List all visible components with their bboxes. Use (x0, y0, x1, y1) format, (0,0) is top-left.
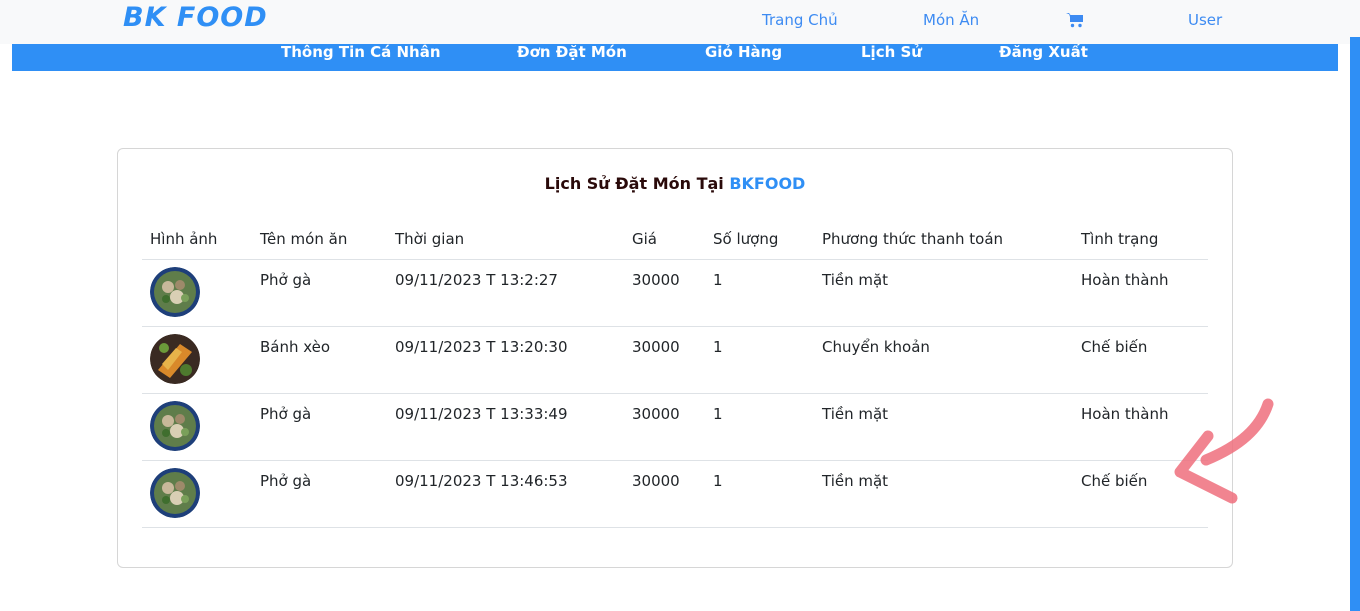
food-name: Phở gà (260, 405, 312, 423)
brand-logo[interactable]: BK FOOD (123, 2, 268, 33)
menu-history[interactable]: Lịch Sử (861, 44, 922, 60)
row-divider (142, 460, 1208, 461)
order-time: 09/11/2023 T 13:20:30 (395, 338, 568, 356)
column-header-image: Hình ảnh (150, 230, 218, 248)
nav-home-link[interactable]: Trang Chủ (762, 11, 838, 29)
food-name: Bánh xèo (260, 338, 331, 356)
nav-user-link[interactable]: User (1188, 11, 1222, 29)
column-header-price: Giá (632, 230, 657, 248)
header-divider (142, 259, 1208, 260)
order-quantity: 1 (713, 338, 723, 356)
order-price: 30000 (632, 472, 680, 490)
payment-method: Tiền mặt (822, 271, 889, 289)
column-header-payment: Phương thức thanh toán (822, 230, 1004, 248)
food-name: Phở gà (260, 472, 312, 490)
page-title: Lịch Sử Đặt Món Tại BKFOOD (118, 174, 1232, 193)
food-image-banh-xeo (150, 334, 200, 384)
menu-profile[interactable]: Thông Tin Cá Nhân (281, 44, 441, 60)
order-price: 30000 (632, 271, 680, 289)
food-image-pho-ga (150, 468, 200, 518)
row-divider (142, 326, 1208, 327)
food-image-pho-ga (150, 267, 200, 317)
column-header-time: Thời gian (395, 230, 465, 248)
nav-menu-link[interactable]: Món Ăn (923, 11, 979, 29)
page-scrollbar[interactable] (1350, 37, 1360, 611)
order-status: Chế biến (1081, 472, 1148, 490)
order-quantity: 1 (713, 405, 723, 423)
column-header-quantity: Số lượng (713, 230, 779, 248)
payment-method: Tiền mặt (822, 405, 889, 423)
food-name: Phở gà (260, 271, 312, 289)
title-brand: BKFOOD (729, 174, 806, 193)
payment-method: Tiền mặt (822, 472, 889, 490)
order-status: Hoàn thành (1081, 271, 1169, 289)
order-status: Chế biến (1081, 338, 1148, 356)
order-time: 09/11/2023 T 13:33:49 (395, 405, 568, 423)
column-header-status: Tình trạng (1081, 230, 1159, 248)
menu-cart[interactable]: Giỏ Hàng (705, 44, 782, 60)
annotation-arrow-icon (1174, 398, 1274, 504)
order-status: Hoàn thành (1081, 405, 1169, 423)
cart-icon[interactable] (1066, 12, 1084, 28)
order-time: 09/11/2023 T 13:46:53 (395, 472, 568, 490)
order-price: 30000 (632, 405, 680, 423)
order-quantity: 1 (713, 472, 723, 490)
column-header-name: Tên món ăn (260, 230, 348, 248)
menu-logout[interactable]: Đăng Xuất (999, 44, 1088, 60)
top-navbar: BK FOOD Trang Chủ Món Ăn User (0, 0, 1360, 44)
order-quantity: 1 (713, 271, 723, 289)
row-divider (142, 527, 1208, 528)
order-time: 09/11/2023 T 13:2:27 (395, 271, 558, 289)
row-divider (142, 393, 1208, 394)
order-price: 30000 (632, 338, 680, 356)
payment-method: Chuyển khoản (822, 338, 930, 356)
food-image-pho-ga (150, 401, 200, 451)
user-menu-bar: Thông Tin Cá Nhân Đơn Đặt Món Giỏ Hàng L… (12, 44, 1338, 71)
menu-orders[interactable]: Đơn Đặt Món (517, 44, 627, 60)
title-text: Lịch Sử Đặt Món Tại (544, 174, 730, 193)
order-history-card: Lịch Sử Đặt Món Tại BKFOOD Hình ảnh Tên … (117, 148, 1233, 568)
